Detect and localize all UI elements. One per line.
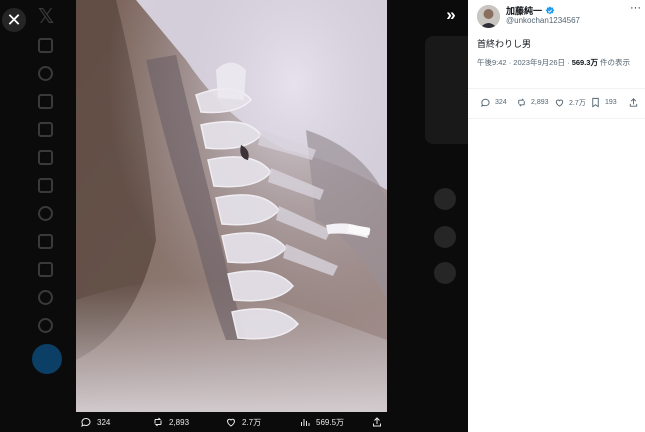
messages-icon <box>38 122 53 137</box>
heart-icon <box>555 99 564 107</box>
tweet-time[interactable]: 午後9:42 <box>477 58 507 67</box>
more-dots-icon: ··· <box>630 2 641 14</box>
suggested-avatar <box>434 188 456 210</box>
media-image[interactable] <box>76 0 387 412</box>
repost-count: 2,893 <box>169 417 190 427</box>
notifications-icon <box>38 94 53 109</box>
author-avatar[interactable] <box>477 5 500 28</box>
reply-count: 324 <box>495 99 507 106</box>
premium-icon <box>38 234 53 249</box>
bookmark-button[interactable]: 193 <box>590 97 617 108</box>
avatar-image <box>477 5 500 28</box>
repost-button[interactable]: 2,893 <box>516 97 549 108</box>
divider <box>468 118 645 119</box>
double-chevron-right-icon: » <box>446 5 456 24</box>
expand-panel-button[interactable]: » <box>438 3 464 29</box>
share-icon <box>629 98 638 107</box>
heart-icon <box>226 418 236 427</box>
reply-count: 324 <box>97 417 111 427</box>
repost-count: 2,893 <box>531 99 549 106</box>
explore-icon <box>38 66 53 81</box>
suggested-avatar <box>434 226 456 248</box>
home-icon <box>38 38 53 53</box>
like-count: 2.7万 <box>569 99 586 107</box>
divider <box>468 88 645 89</box>
verified-orgs-icon <box>38 262 53 277</box>
like-button[interactable]: 2.7万 <box>554 97 586 108</box>
bookmarks-icon <box>38 178 53 193</box>
communities-icon <box>38 206 53 221</box>
tweet-meta: 午後9:42 · 2023年9月26日 · 569.3万 件の表示 <box>477 57 637 69</box>
suggested-avatar <box>434 262 456 284</box>
profile-icon <box>38 290 53 305</box>
views-count: 569.5万 <box>316 417 345 427</box>
author-handle[interactable]: @unkochan1234567 <box>506 16 580 25</box>
tweet-detail-panel: 加藤純一 @unkochan1234567 ··· 首終わりし男 午後9:42 … <box>468 0 645 432</box>
repost-icon <box>154 417 162 427</box>
verified-badge-icon <box>545 5 555 14</box>
more-options-icon <box>38 318 53 333</box>
background-media-card <box>425 36 468 144</box>
reply-icon <box>481 98 490 108</box>
tweet-stats-bar: 324 2,893 2.7万 193 <box>468 96 645 112</box>
reply-button[interactable]: 324 <box>480 97 507 108</box>
views-button[interactable]: 569.5万 <box>299 416 344 428</box>
more-options-button[interactable]: ··· <box>630 2 641 14</box>
reply-button[interactable]: 324 <box>80 416 110 428</box>
like-count: 2.7万 <box>242 417 262 427</box>
close-button[interactable]: ✕ <box>2 8 26 32</box>
views-chart-icon <box>301 419 310 426</box>
bookmark-icon <box>592 97 599 108</box>
share-button[interactable] <box>628 97 639 108</box>
share-icon <box>373 417 381 427</box>
bookmark-count: 193 <box>605 99 617 106</box>
grok-icon <box>38 150 53 165</box>
share-button[interactable] <box>371 416 383 428</box>
reply-icon <box>81 417 91 427</box>
tweet-text: 首終わりし男 <box>477 39 532 49</box>
tweet-views-count: 569.3万 <box>571 58 598 67</box>
tweet-views-label: 件の表示 <box>597 58 631 67</box>
like-button[interactable]: 2.7万 <box>225 416 261 428</box>
xray-image <box>76 0 387 412</box>
media-action-bar: 324 2,893 2.7万 569.5万 <box>70 414 400 432</box>
tweet-date[interactable]: 2023年9月26日 <box>513 58 565 67</box>
post-button <box>32 344 62 374</box>
repost-icon <box>518 98 525 107</box>
close-icon: ✕ <box>6 10 22 30</box>
repost-button[interactable]: 2,893 <box>152 416 189 428</box>
